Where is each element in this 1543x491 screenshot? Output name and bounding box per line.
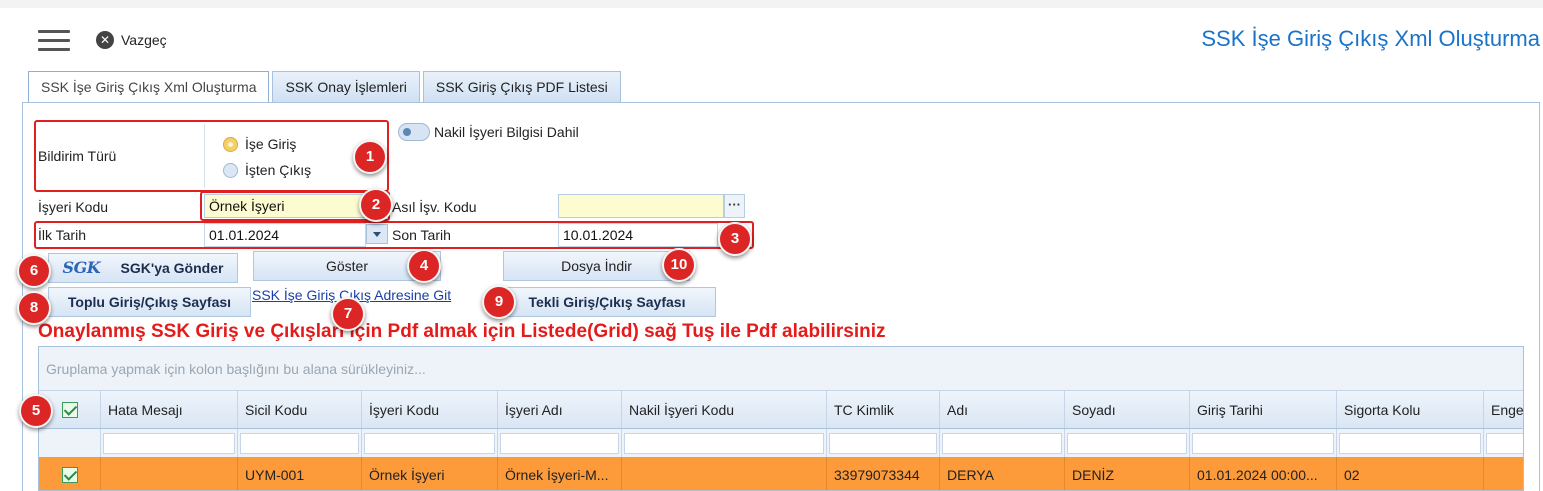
divider <box>204 124 205 188</box>
table-row[interactable]: UYM-001 Örnek İşyeri Örnek İşyeri-M... 3… <box>39 457 1523 490</box>
goster-label: Göster <box>325 258 368 274</box>
top-strip <box>0 0 1543 8</box>
page-title: SSK İşe Giriş Çıkış Xml Oluşturma <box>1201 26 1540 51</box>
grid-filter-row <box>39 429 1523 457</box>
table-cell <box>1484 457 1523 490</box>
col-header[interactable]: Soyadı <box>1065 391 1190 428</box>
bildirim-turu-label: Bildirim Türü <box>38 148 117 164</box>
annotation-badge-6: 6 <box>17 254 51 288</box>
sgk-gonder-button[interactable]: SGK SGK'ya Gönder <box>48 253 238 283</box>
grid-header-row: Hata Mesajı Sicil Kodu İşyeri Kodu İşyer… <box>39 391 1523 429</box>
group-panel[interactable]: Gruplama yapmak için kolon başlığını bu … <box>39 347 1523 391</box>
tab-bar: SSK İşe Giriş Çıkış Xml Oluşturma SSK On… <box>28 71 624 105</box>
radio-isten-cikis-label: İşten Çıkış <box>245 162 312 178</box>
ilk-tarih-label: İlk Tarih <box>38 227 86 243</box>
date-dropdown-icon[interactable] <box>366 224 388 244</box>
annotation-badge-9: 9 <box>482 285 516 319</box>
toplu-label: Toplu Giriş/Çıkış Sayfası <box>67 294 232 310</box>
sgk-logo-icon: SGK <box>62 258 101 277</box>
filter-cell[interactable] <box>238 429 362 457</box>
son-tarih-label: Son Tarih <box>392 227 451 243</box>
col-header[interactable]: İşyeri Kodu <box>362 391 498 428</box>
data-grid: Gruplama yapmak için kolon başlığını bu … <box>38 346 1524 491</box>
table-cell <box>101 457 238 490</box>
filter-cell[interactable] <box>498 429 622 457</box>
filter-cell[interactable] <box>1190 429 1337 457</box>
annotation-badge-4: 4 <box>407 249 441 283</box>
radio-unchecked-icon <box>223 162 238 178</box>
dosya-indir-label: Dosya İndir <box>561 258 632 274</box>
radio-checked-icon <box>223 136 238 152</box>
table-cell: DERYA <box>940 457 1065 490</box>
table-cell <box>622 457 827 490</box>
radio-ise-giris[interactable]: İşe Giriş <box>223 136 296 152</box>
nakil-toggle[interactable] <box>398 123 430 141</box>
col-header[interactable]: Adı <box>940 391 1065 428</box>
top-bar: ✕ Vazgeç SSK İşe Giriş Çıkış Xml Oluştur… <box>0 8 1543 70</box>
sgk-gonder-label: SGK'ya Gönder <box>120 260 224 276</box>
filter-cell[interactable] <box>1065 429 1190 457</box>
col-header[interactable]: Giriş Tarihi <box>1190 391 1337 428</box>
asil-isv-kodu-input[interactable] <box>558 194 724 218</box>
col-header[interactable]: Sicil Kodu <box>238 391 362 428</box>
hamburger-menu-icon[interactable] <box>38 30 70 52</box>
col-header[interactable]: Hata Mesajı <box>101 391 238 428</box>
cancel-button[interactable]: ✕ Vazgeç <box>96 31 167 49</box>
tekli-label: Tekli Giriş/Çıkış Sayfası <box>528 294 686 310</box>
annotation-badge-8: 8 <box>17 291 51 325</box>
annotation-badge-1: 1 <box>353 140 387 174</box>
checkbox-checked-icon <box>61 401 78 418</box>
radio-isten-cikis[interactable]: İşten Çıkış <box>223 162 311 178</box>
toplu-giris-cikis-button[interactable]: Toplu Giriş/Çıkış Sayfası <box>48 287 251 317</box>
table-cell: 01.01.2024 00:00... <box>1190 457 1337 490</box>
col-header[interactable]: Sigorta Kolu <box>1337 391 1484 428</box>
pdf-notice: Onaylanmış SSK Giriş ve Çıkışları için P… <box>38 321 886 342</box>
tab-onay-islemleri[interactable]: SSK Onay İşlemleri <box>272 71 420 103</box>
close-icon: ✕ <box>96 31 114 49</box>
tab-pdf-listesi[interactable]: SSK Giriş Çıkış PDF Listesi <box>422 71 621 103</box>
filter-cell[interactable] <box>940 429 1065 457</box>
filter-cell[interactable] <box>362 429 498 457</box>
cancel-label: Vazgeç <box>121 32 167 48</box>
col-header[interactable]: Nakil İşyeri Kodu <box>622 391 827 428</box>
col-header[interactable]: TC Kimlik <box>827 391 940 428</box>
col-header[interactable]: Enge <box>1484 391 1523 428</box>
radio-ise-giris-label: İşe Giriş <box>245 136 297 152</box>
table-cell: 02 <box>1337 457 1484 490</box>
tekli-giris-cikis-button[interactable]: Tekli Giriş/Çıkış Sayfası <box>498 287 716 317</box>
filter-spacer <box>39 429 101 457</box>
filter-cell[interactable] <box>827 429 940 457</box>
filter-cell[interactable] <box>1337 429 1484 457</box>
son-tarih-input[interactable]: 10.01.2024 <box>558 223 718 247</box>
asil-isv-kodu-label: Asıl İşv. Kodu <box>392 199 477 215</box>
annotation-badge-10: 10 <box>662 248 696 282</box>
checkbox-checked-icon <box>61 466 78 483</box>
annotation-badge-7: 7 <box>331 297 365 331</box>
table-cell: DENİZ <box>1065 457 1190 490</box>
annotation-badge-3: 3 <box>718 222 752 256</box>
filter-cell[interactable] <box>101 429 238 457</box>
nakil-toggle-label: Nakil İşyeri Bilgisi Dahil <box>434 124 579 140</box>
table-cell: UYM-001 <box>238 457 362 490</box>
table-cell: 33979073344 <box>827 457 940 490</box>
col-header[interactable]: İşyeri Adı <box>498 391 622 428</box>
isyeri-kodu-label: İşyeri Kodu <box>38 199 109 215</box>
isyeri-kodu-input[interactable]: Örnek İşyeri <box>204 194 384 218</box>
ilk-tarih-input[interactable]: 01.01.2024 <box>204 223 366 247</box>
table-cell: Örnek İşyeri <box>362 457 498 490</box>
asil-isv-lookup-button[interactable]: ··· <box>724 194 745 218</box>
filter-cell[interactable] <box>622 429 827 457</box>
annotation-badge-2: 2 <box>359 188 393 222</box>
tab-xml-olusturma[interactable]: SSK İşe Giriş Çıkış Xml Oluşturma <box>28 71 270 105</box>
row-checkbox[interactable] <box>39 457 101 490</box>
table-cell: Örnek İşyeri-M... <box>498 457 622 490</box>
filter-cell[interactable] <box>1484 429 1523 457</box>
annotation-badge-5: 5 <box>19 394 53 428</box>
